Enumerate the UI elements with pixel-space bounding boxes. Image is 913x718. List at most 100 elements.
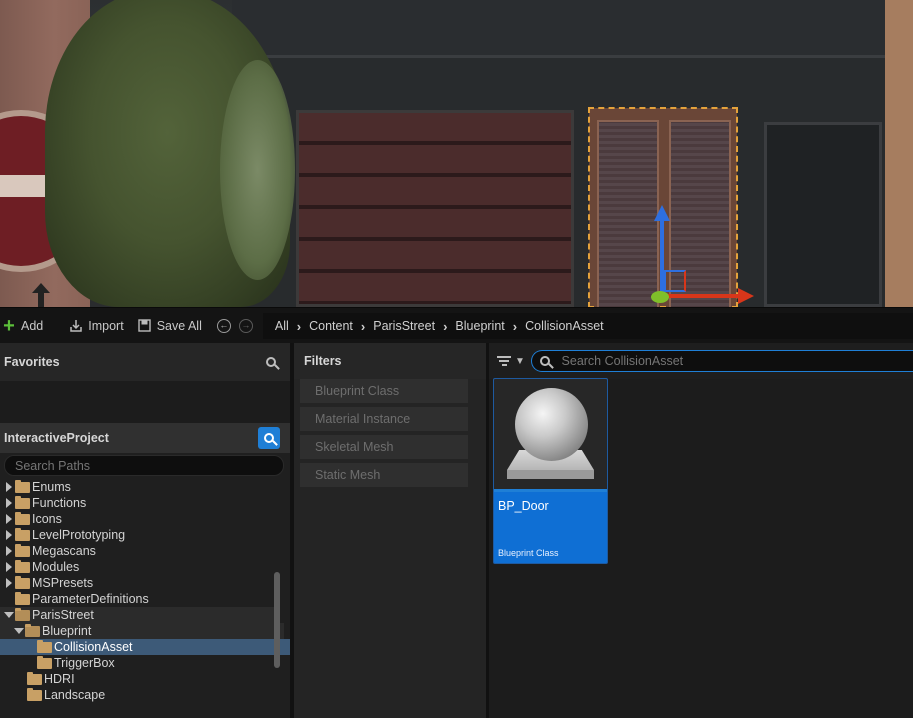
gizmo-plane-handle[interactable] xyxy=(664,270,686,292)
expand-arrow-icon[interactable] xyxy=(6,578,12,588)
gizmo-x-arrow-icon[interactable] xyxy=(738,288,754,304)
tree-row-label: CollisionAsset xyxy=(54,640,133,654)
collapse-arrow-icon[interactable] xyxy=(4,612,14,618)
tree-row-label: Functions xyxy=(32,496,87,510)
building-cornice xyxy=(232,0,913,58)
filter-static-mesh[interactable]: Static Mesh xyxy=(300,463,468,487)
folder-icon xyxy=(15,575,30,589)
favorites-title: Favorites xyxy=(4,355,60,369)
folder-icon xyxy=(37,639,52,653)
rolling-shutter xyxy=(296,110,574,307)
gizmo-x-axis[interactable] xyxy=(662,294,742,298)
right-wall xyxy=(885,0,913,307)
tree-row-functions[interactable]: Functions xyxy=(0,495,276,511)
folder-icon xyxy=(15,479,30,493)
asset-name: BP_Door xyxy=(498,499,549,513)
search-paths-input[interactable] xyxy=(13,457,283,474)
tree-row-triggerbox[interactable]: TriggerBox xyxy=(0,655,290,671)
filter-blueprint-class[interactable]: Blueprint Class xyxy=(300,379,468,403)
breadcrumb-collisionasset[interactable]: CollisionAsset xyxy=(517,319,612,333)
import-icon xyxy=(69,319,83,333)
filter-icon[interactable] xyxy=(497,356,511,366)
save-all-label: Save All xyxy=(156,319,202,333)
folder-icon xyxy=(15,511,30,525)
filters-header: Filters xyxy=(294,343,486,379)
tree-row-modules[interactable]: Modules xyxy=(0,559,276,575)
road-arrow-stem xyxy=(38,292,44,307)
tree-row-mspresets[interactable]: MSPresets xyxy=(0,575,276,591)
tree-row-parameterdefinitions[interactable]: ParameterDefinitions xyxy=(0,591,276,607)
save-icon xyxy=(138,319,152,333)
project-header[interactable]: InteractiveProject xyxy=(0,423,290,453)
folder-tree: Enums Functions Icons LevelPrototyping M… xyxy=(0,479,290,717)
expand-arrow-icon[interactable] xyxy=(6,498,12,508)
back-icon[interactable]: ← xyxy=(216,319,231,333)
search-paths-toggle-button[interactable] xyxy=(258,427,280,449)
content-browser-toolbar: + Add Import Save All ← → All › Content … xyxy=(0,307,913,344)
save-all-button[interactable]: Save All xyxy=(131,314,209,338)
tree-row-blueprint[interactable]: Blueprint xyxy=(0,623,284,639)
chevron-down-icon[interactable]: ▼ xyxy=(515,356,525,367)
tree-row-label: LevelPrototyping xyxy=(32,528,126,542)
tree-row-icons[interactable]: Icons xyxy=(0,511,276,527)
folder-open-icon xyxy=(15,607,30,621)
collapse-arrow-icon[interactable] xyxy=(14,628,24,634)
import-button[interactable]: Import xyxy=(62,314,130,338)
search-icon[interactable] xyxy=(266,357,276,367)
tree-row-label: Modules xyxy=(32,560,80,574)
folder-icon xyxy=(15,591,30,605)
favorites-list xyxy=(0,381,290,423)
expand-arrow-icon[interactable] xyxy=(6,482,12,492)
tree-row-enums[interactable]: Enums xyxy=(0,479,276,495)
breadcrumb-parisstreet[interactable]: ParisStreet xyxy=(365,319,443,333)
tree-row-label: TriggerBox xyxy=(54,656,115,670)
folder-icon xyxy=(15,495,30,509)
breadcrumb-blueprint[interactable]: Blueprint xyxy=(447,319,512,333)
tree-row-label: Enums xyxy=(32,480,71,494)
gizmo-z-arrow-icon[interactable] xyxy=(654,205,670,221)
asset-search-field[interactable] xyxy=(530,350,913,372)
filter-material-instance[interactable]: Material Instance xyxy=(300,407,468,431)
tree-row-landscape[interactable]: Landscape xyxy=(0,687,290,703)
tree-row-parisstreet[interactable]: ParisStreet xyxy=(0,607,274,623)
folder-icon xyxy=(15,543,30,557)
forward-icon[interactable]: → xyxy=(238,319,253,333)
tree-row-label: MSPresets xyxy=(32,576,94,590)
favorites-header[interactable]: Favorites xyxy=(0,343,290,381)
expand-arrow-icon[interactable] xyxy=(6,546,12,556)
folder-icon xyxy=(15,527,30,541)
asset-thumbnail xyxy=(494,379,607,492)
gizmo-y-axis[interactable] xyxy=(651,291,669,303)
import-label: Import xyxy=(88,319,124,333)
tree-row-label: ParameterDefinitions xyxy=(32,592,149,606)
asset-view-toolbar: ▼ xyxy=(489,343,913,379)
dark-doorway xyxy=(764,122,882,307)
filter-skeletal-mesh[interactable]: Skeletal Mesh xyxy=(300,435,468,459)
tree-row-collisionasset[interactable]: CollisionAsset xyxy=(0,639,290,655)
breadcrumb-content[interactable]: Content xyxy=(301,319,361,333)
bush-highlight xyxy=(220,60,295,280)
expand-arrow-icon[interactable] xyxy=(6,530,12,540)
filters-panel: Filters Blueprint Class Material Instanc… xyxy=(294,343,486,718)
add-button[interactable]: + Add xyxy=(0,314,50,338)
breadcrumb-all[interactable]: All xyxy=(267,319,297,333)
asset-type-color-bar xyxy=(494,489,607,492)
level-viewport[interactable] xyxy=(0,0,913,307)
expand-arrow-icon[interactable] xyxy=(6,562,12,572)
asset-search-input[interactable] xyxy=(559,353,913,369)
tree-row-megascans[interactable]: Megascans xyxy=(0,543,276,559)
tree-row-hdri[interactable]: HDRI xyxy=(0,671,290,687)
expand-arrow-icon[interactable] xyxy=(6,514,12,524)
tree-row-label: Icons xyxy=(32,512,62,526)
folder-icon xyxy=(27,671,42,685)
tree-row-levelprototyping[interactable]: LevelPrototyping xyxy=(0,527,276,543)
folder-icon xyxy=(37,655,52,669)
search-icon xyxy=(264,433,274,443)
search-paths-field[interactable] xyxy=(4,455,284,476)
asset-tile[interactable]: BP_Door Blueprint Class xyxy=(493,378,608,564)
filters-title: Filters xyxy=(304,354,342,368)
pedestal-base-shape xyxy=(507,470,594,479)
tree-scrollbar[interactable] xyxy=(274,572,280,668)
search-icon xyxy=(539,356,550,366)
tree-row-label: Megascans xyxy=(32,544,96,558)
